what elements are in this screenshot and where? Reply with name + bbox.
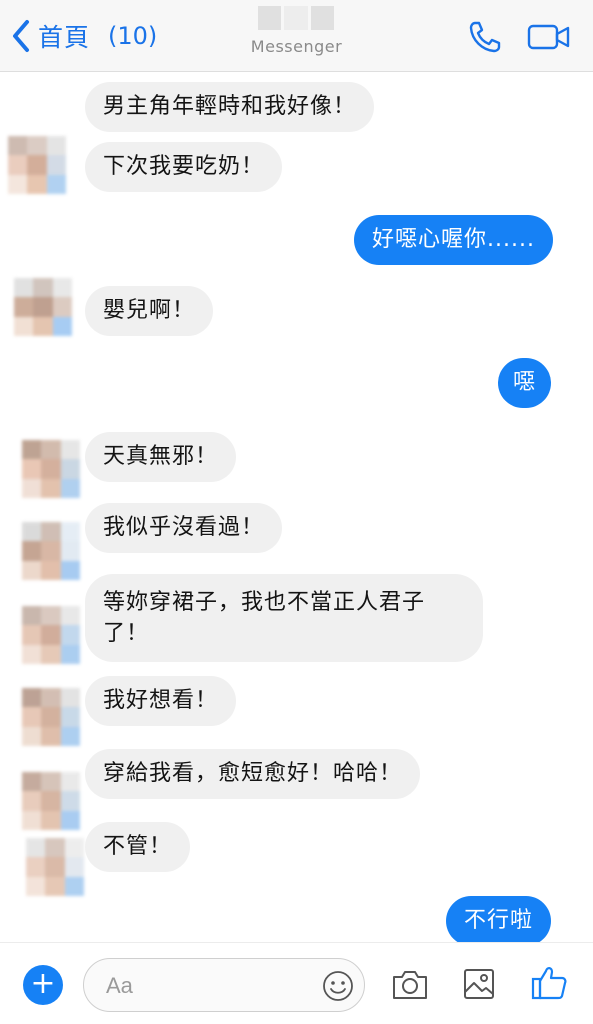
emoji-icon[interactable] [321, 969, 355, 1003]
message-thread[interactable]: 男主角年輕時和我好像！ 下次我要吃奶！ 好噁心喔你...... 嬰兒啊！ 噁 天… [0, 72, 593, 942]
chat-header: 首頁 (10) Messenger [0, 0, 593, 72]
incoming-message[interactable]: 下次我要吃奶！ [85, 142, 283, 192]
composer-bar: + [0, 942, 593, 1024]
avatar[interactable] [22, 772, 80, 830]
avatar[interactable] [26, 838, 84, 896]
back-label: 首頁 [38, 23, 91, 52]
back-button[interactable]: 首頁 (10) [10, 14, 157, 58]
avatar[interactable] [22, 440, 80, 498]
outgoing-message[interactable]: 不行啦 [446, 896, 552, 942]
incoming-message[interactable]: 不管！ [85, 822, 191, 872]
avatar[interactable] [22, 688, 80, 746]
avatar[interactable] [22, 522, 80, 580]
thumbs-up-icon[interactable] [530, 963, 568, 1001]
incoming-message[interactable]: 男主角年輕時和我好像！ [85, 82, 375, 132]
message-input[interactable] [106, 969, 306, 1003]
chevron-left-icon [13, 20, 29, 52]
incoming-message[interactable]: 等妳穿裙子，我也不當正人君子了！ [85, 574, 483, 662]
incoming-message[interactable]: 我好想看！ [85, 676, 237, 726]
avatar[interactable] [14, 278, 72, 336]
incoming-message[interactable]: 嬰兒啊！ [85, 286, 214, 336]
incoming-message[interactable]: 我似乎沒看過！ [85, 503, 283, 553]
outgoing-message[interactable]: 好噁心喔你...... [354, 215, 553, 265]
plus-icon[interactable]: + [23, 965, 63, 1005]
video-camera-icon[interactable] [527, 20, 571, 54]
avatar[interactable] [8, 136, 66, 194]
image-icon[interactable] [462, 967, 496, 1001]
avatar[interactable] [22, 606, 80, 664]
blurred-contact-name [258, 6, 334, 30]
incoming-message[interactable]: 穿給我看，愈短愈好！哈哈！ [85, 749, 421, 799]
camera-icon[interactable] [390, 967, 430, 1003]
phone-icon[interactable] [466, 18, 504, 56]
message-input-box[interactable] [83, 958, 365, 1012]
unread-count: (10) [108, 22, 158, 50]
outgoing-message[interactable]: 噁 [498, 358, 552, 408]
incoming-message[interactable]: 天真無邪！ [85, 432, 237, 482]
